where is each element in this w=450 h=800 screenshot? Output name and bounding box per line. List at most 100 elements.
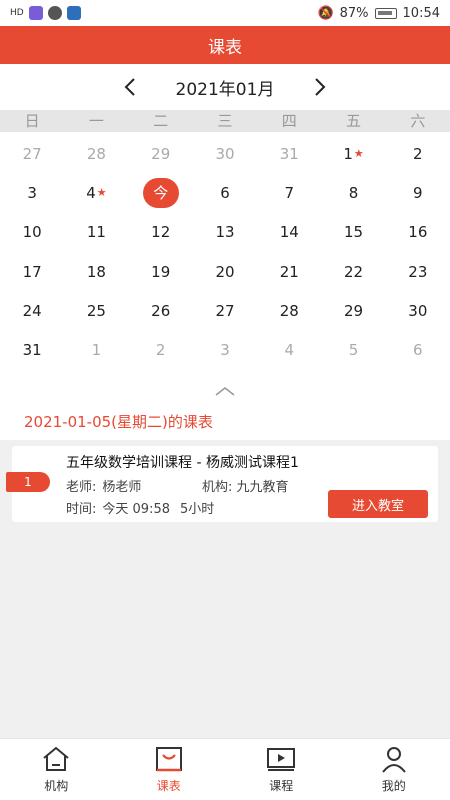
calendar-day[interactable]: 27 bbox=[193, 291, 257, 330]
day-number: 16 bbox=[408, 223, 428, 242]
day-number: 4 bbox=[284, 341, 295, 360]
weekday-label: 日 bbox=[24, 112, 40, 130]
calendar-day[interactable]: 24 bbox=[0, 291, 64, 330]
calendar-day[interactable]: 31 bbox=[257, 134, 321, 173]
day-number: 28 bbox=[86, 144, 106, 163]
tab-course[interactable]: 课程 bbox=[225, 739, 338, 800]
calendar-day[interactable]: 4 ★ bbox=[64, 173, 128, 212]
chevron-left-icon[interactable] bbox=[110, 67, 150, 107]
calendar-day[interactable]: 23 bbox=[386, 252, 450, 291]
day-number: 24 bbox=[22, 301, 42, 320]
enter-classroom-button[interactable]: 进入教室 bbox=[328, 490, 428, 518]
course-title: 五年级数学培训课程 - 杨威测试课程1 bbox=[66, 455, 299, 471]
org-label: 机构: bbox=[202, 480, 233, 495]
calendar-day[interactable]: 19 bbox=[129, 252, 193, 291]
calendar-day[interactable]: 4 bbox=[257, 330, 321, 369]
calendar-day[interactable]: 28 bbox=[64, 134, 128, 173]
month-navigator: 2021年01月 bbox=[0, 64, 450, 110]
chat-icon bbox=[47, 6, 62, 20]
bottom-tab-bar: 机构 课表 课程 我的 bbox=[0, 738, 450, 800]
calendar-day[interactable]: 20 bbox=[193, 252, 257, 291]
course-time: 今天 09:58 bbox=[102, 502, 170, 517]
tab-label: 课程 bbox=[269, 779, 294, 793]
teacher-row: 老师: 杨老师 bbox=[66, 476, 141, 495]
schedule-icon bbox=[154, 745, 184, 773]
weekday-label: 一 bbox=[88, 112, 104, 130]
day-number: 31 bbox=[22, 341, 42, 360]
calendar-day[interactable]: 3 bbox=[0, 173, 64, 212]
day-number: 11 bbox=[86, 223, 106, 242]
calendar-day[interactable]: 11 bbox=[64, 213, 128, 252]
calendar-day[interactable]: 30 bbox=[193, 134, 257, 173]
day-number: 22 bbox=[344, 262, 364, 281]
battery-percent: 87% bbox=[339, 5, 369, 21]
tab-mine[interactable]: 我的 bbox=[338, 739, 450, 800]
calendar-day[interactable]: 10 bbox=[0, 213, 64, 252]
chevron-right-icon[interactable] bbox=[300, 67, 340, 107]
calendar-day[interactable]: 27 bbox=[0, 134, 64, 173]
calendar-day[interactable]: 3 bbox=[193, 330, 257, 369]
day-number: 9 bbox=[413, 183, 423, 202]
calendar-day[interactable]: 17 bbox=[0, 252, 64, 291]
status-left: HD bbox=[10, 6, 81, 20]
calendar-day[interactable]: 9 bbox=[386, 173, 450, 212]
calendar-day[interactable]: 30 bbox=[386, 291, 450, 330]
calendar-day[interactable]: 13 bbox=[193, 213, 257, 252]
weekday-label: 五 bbox=[346, 112, 362, 130]
calendar-day[interactable]: 1 ★ bbox=[321, 134, 385, 173]
weekday-label: 三 bbox=[217, 112, 233, 130]
calendar-day[interactable]: 25 bbox=[64, 291, 128, 330]
day-number: 10 bbox=[22, 223, 42, 242]
calendar-day[interactable]: 8 bbox=[321, 173, 385, 212]
day-number: 1 bbox=[343, 144, 353, 163]
day-number: 20 bbox=[215, 262, 235, 281]
day-number: 6 bbox=[220, 183, 230, 202]
day-number: 27 bbox=[22, 144, 42, 163]
calendar-day[interactable]: 15 bbox=[321, 213, 385, 252]
calendar-day[interactable]: 28 bbox=[257, 291, 321, 330]
home-icon bbox=[41, 745, 71, 773]
day-number: 14 bbox=[279, 223, 299, 242]
calendar-day[interactable]: 2 bbox=[386, 134, 450, 173]
calendar-day[interactable]: 29 bbox=[129, 134, 193, 173]
calendar-day[interactable]: 5 bbox=[321, 330, 385, 369]
chevron-up-icon bbox=[215, 387, 235, 396]
calendar-day[interactable]: 21 bbox=[257, 252, 321, 291]
app-header: 课表 bbox=[0, 26, 450, 64]
course-card[interactable]: 1 五年级数学培训课程 - 杨威测试课程1 老师: 杨老师 机构: 九九教育 时… bbox=[6, 446, 438, 522]
calendar-day[interactable]: 14 bbox=[257, 213, 321, 252]
calendar-day-today[interactable]: 今 bbox=[129, 173, 193, 212]
calendar-day[interactable]: 22 bbox=[321, 252, 385, 291]
day-number: 23 bbox=[408, 262, 428, 281]
day-number: 13 bbox=[215, 223, 235, 242]
calendar-day[interactable]: 16 bbox=[386, 213, 450, 252]
calendar-day[interactable]: 2 bbox=[129, 330, 193, 369]
course-duration: 5小时 bbox=[180, 502, 215, 517]
star-icon: ★ bbox=[353, 147, 364, 161]
day-schedule-title: 2021-01-05(星期二)的课表 bbox=[0, 402, 450, 440]
collapse-calendar-button[interactable] bbox=[0, 380, 450, 402]
day-number: 6 bbox=[413, 341, 423, 360]
calendar-day[interactable]: 12 bbox=[129, 213, 193, 252]
calendar-grid: 27 28 29 30 31 1 ★ 2 3 4 ★ 今 6 7 8 9 10 11 12 13 14 15 16 17 18 1… bbox=[0, 132, 450, 380]
calendar-day[interactable]: 7 bbox=[257, 173, 321, 212]
calendar-week-row: 24 25 26 27 28 29 30 bbox=[0, 291, 450, 330]
weekday-label: 二 bbox=[153, 112, 169, 130]
calendar-day[interactable]: 1 bbox=[64, 330, 128, 369]
day-number: 21 bbox=[279, 262, 299, 281]
calendar-day[interactable]: 26 bbox=[129, 291, 193, 330]
mute-icon: 🔕 bbox=[317, 5, 334, 21]
calendar-day[interactable]: 18 bbox=[64, 252, 128, 291]
play-icon bbox=[266, 745, 296, 773]
calendar-day[interactable]: 6 bbox=[193, 173, 257, 212]
tab-org[interactable]: 机构 bbox=[0, 739, 113, 800]
calendar-week-row: 10 11 12 13 14 15 16 bbox=[0, 213, 450, 252]
app-icon bbox=[28, 6, 43, 20]
calendar-day[interactable]: 6 bbox=[386, 330, 450, 369]
day-number: 8 bbox=[348, 183, 359, 202]
day-number: 3 bbox=[27, 183, 37, 202]
tab-schedule[interactable]: 课表 bbox=[113, 739, 226, 800]
day-number: 1 bbox=[91, 341, 102, 360]
calendar-day[interactable]: 29 bbox=[321, 291, 385, 330]
calendar-day[interactable]: 31 bbox=[0, 330, 64, 369]
